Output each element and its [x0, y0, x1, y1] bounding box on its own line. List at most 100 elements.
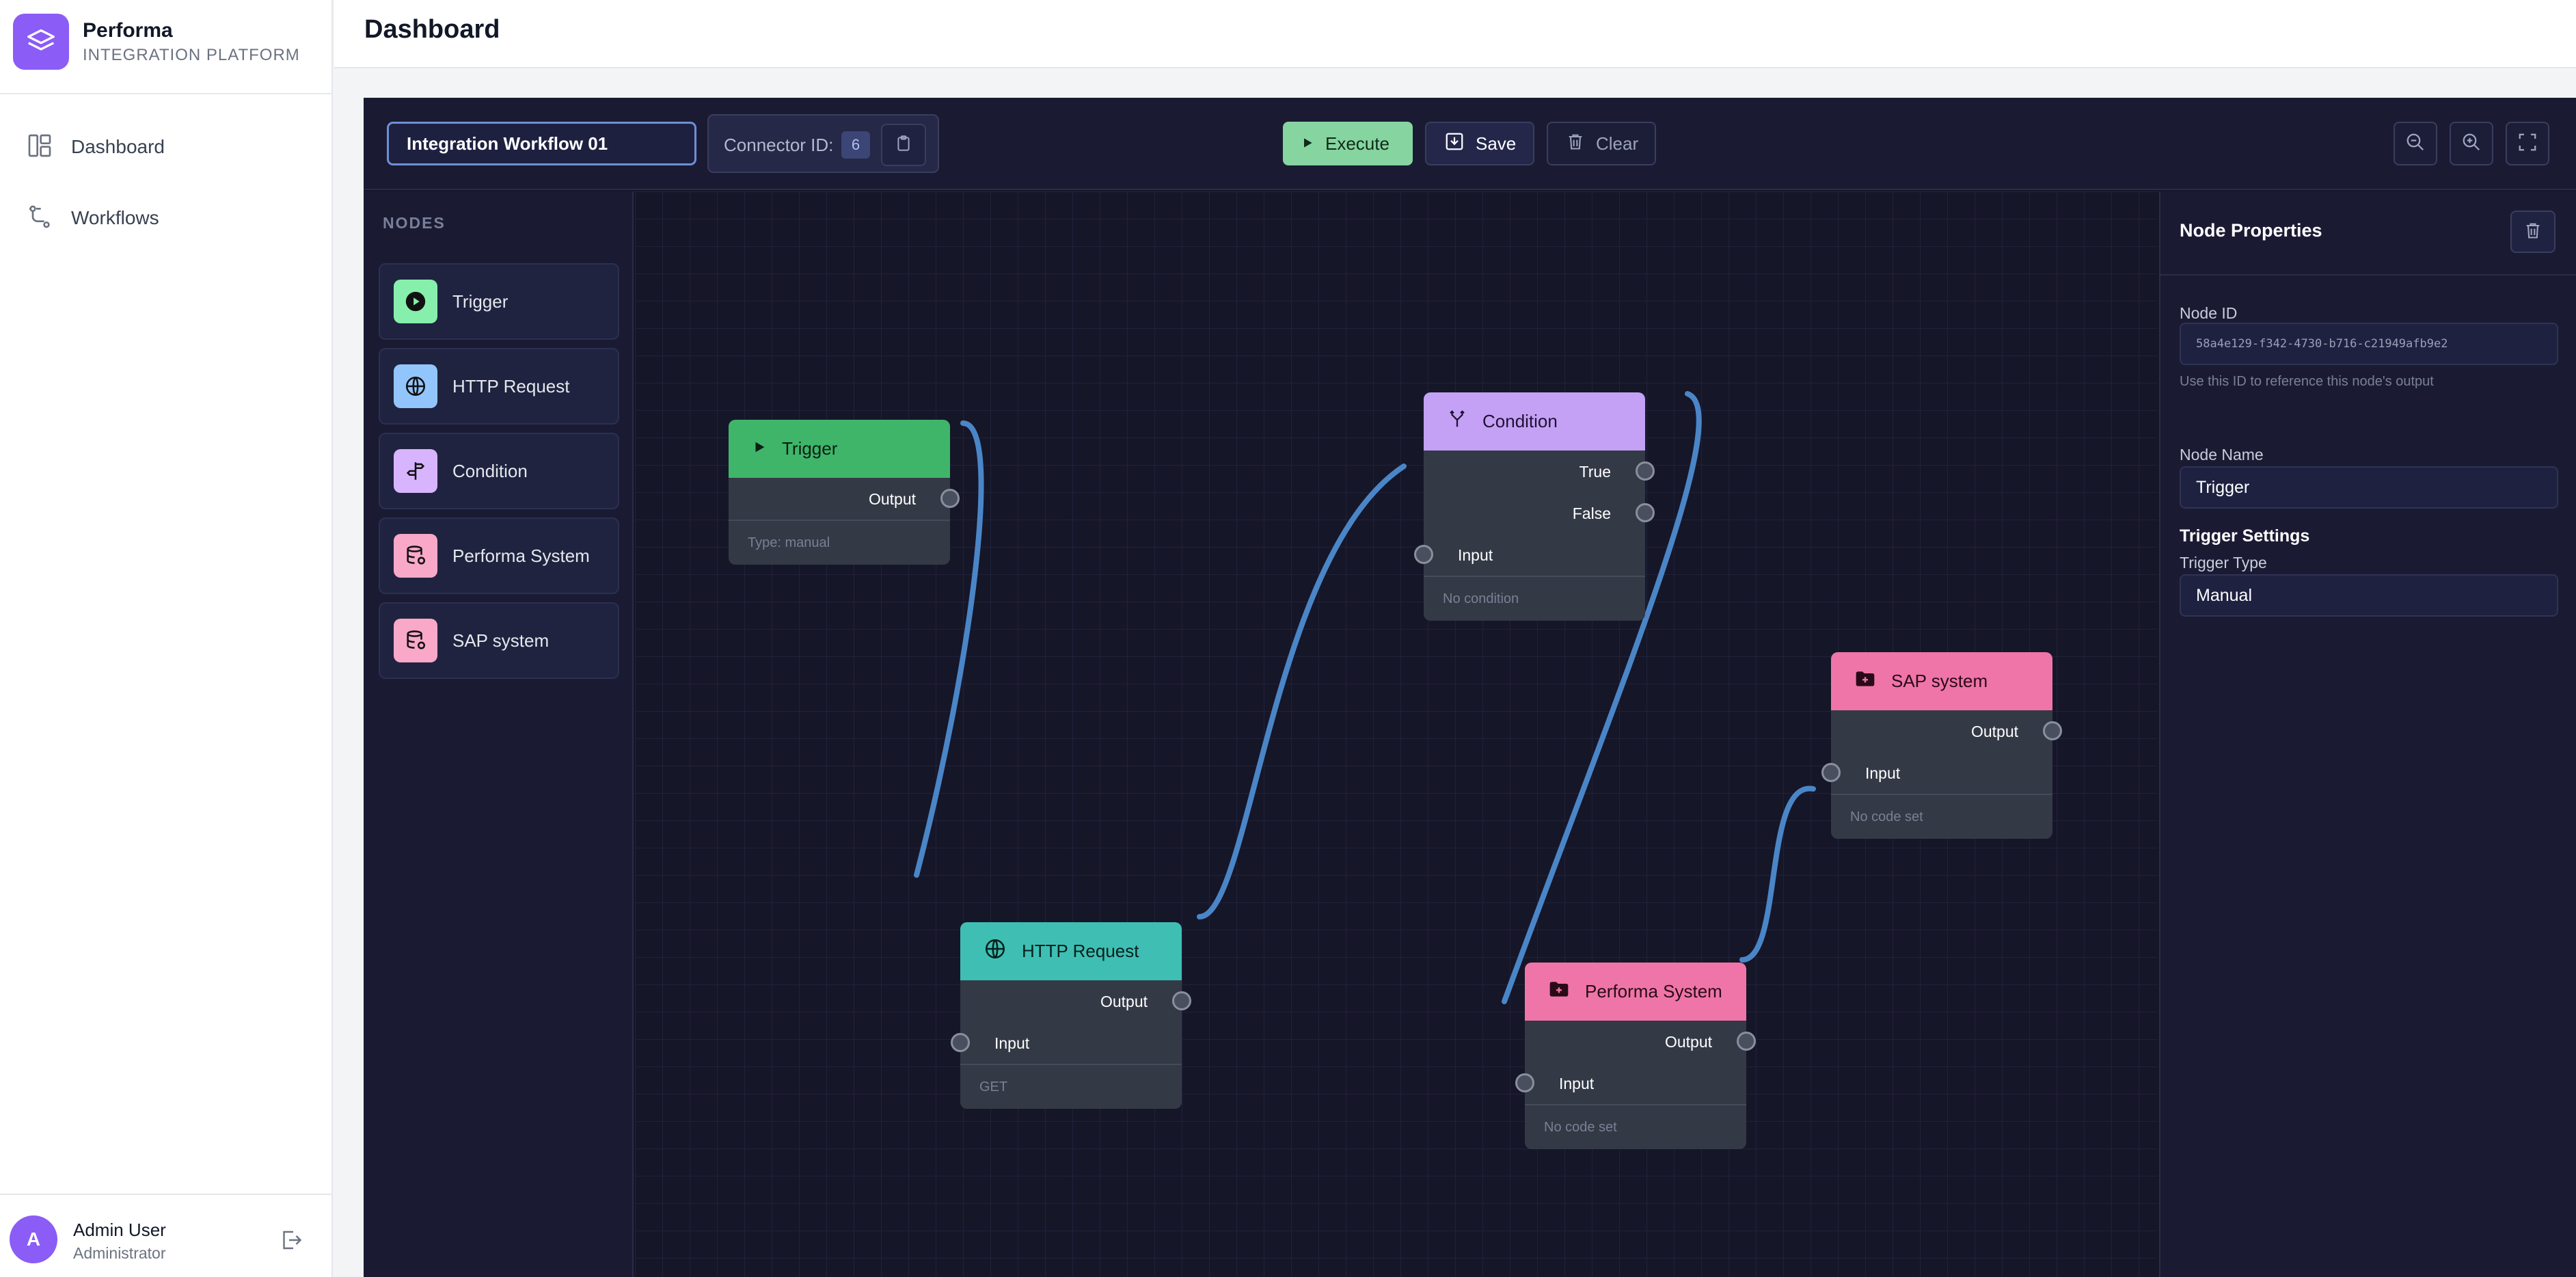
fullscreen-icon [2517, 132, 2538, 156]
palette-item-http-request[interactable]: HTTP Request [379, 348, 619, 425]
copy-button[interactable] [881, 124, 926, 166]
page-title: Dashboard [364, 15, 500, 44]
false-port[interactable] [1636, 503, 1655, 522]
output-port[interactable] [940, 489, 960, 508]
true-port[interactable] [1636, 461, 1655, 481]
delete-node-button[interactable] [2510, 211, 2555, 253]
input-port[interactable] [951, 1033, 970, 1052]
trigger-type-select[interactable]: Manual [2180, 574, 2558, 617]
user-area: A Admin User Administrator [0, 1194, 333, 1277]
workflow-editor: Integration Workflow 01 Connector ID: 6 … [364, 98, 2576, 1277]
node-id-field[interactable]: 58a4e129-f342-4730-b716-c21949afb9e2 [2180, 323, 2558, 365]
palette-label: SAP system [452, 630, 550, 651]
database-icon [394, 619, 437, 662]
execute-button[interactable]: Execute [1283, 122, 1413, 165]
sidebar: Performa INTEGRATION PLATFORM Dashboard … [0, 0, 333, 1277]
node-title: SAP system [1891, 671, 1988, 691]
clear-label: Clear [1596, 133, 1639, 154]
palette-item-trigger[interactable]: Trigger [379, 263, 619, 340]
editor-toolbar: Integration Workflow 01 Connector ID: 6 … [364, 98, 2576, 190]
node-properties-panel: Node Properties Node ID 58a4e129-f342-47… [2159, 191, 2576, 1277]
input-port[interactable] [1515, 1073, 1534, 1092]
nav-item-dashboard[interactable]: Dashboard [26, 126, 313, 167]
node-footer: No code set [1831, 794, 2052, 839]
output-port[interactable] [1737, 1032, 1756, 1051]
output-row: Output [729, 478, 960, 520]
node-sap-system[interactable]: SAP system Output Input No code set [1821, 652, 2062, 839]
clear-button[interactable]: Clear [1547, 122, 1656, 165]
app-name: Performa [83, 19, 173, 42]
node-performa-system[interactable]: Performa System Output Input No code set [1515, 963, 1756, 1149]
node-header[interactable]: Trigger [729, 420, 950, 478]
input-port[interactable] [1414, 545, 1433, 564]
palette-label: Performa System [452, 545, 590, 566]
properties-title: Node Properties [2180, 220, 2322, 241]
layers-icon[interactable] [13, 14, 69, 70]
play-icon [1301, 133, 1314, 154]
output-row: Output [1525, 1021, 1756, 1062]
database-icon [394, 534, 437, 578]
output-label: Output [1100, 993, 1148, 1010]
node-condition[interactable]: Condition True False Input No condition [1414, 392, 1655, 621]
workflow-canvas[interactable]: Trigger Output Type: manual HTTP Request… [635, 191, 2158, 1277]
logout-icon[interactable] [279, 1228, 303, 1252]
avatar[interactable]: A [10, 1215, 57, 1263]
fullscreen-button[interactable] [2506, 122, 2549, 165]
node-title: Trigger [782, 438, 838, 459]
false-row: False [1424, 492, 1655, 534]
node-header[interactable]: Performa System [1525, 963, 1746, 1021]
output-row: Output [960, 980, 1191, 1022]
connector-id-box: Connector ID: 6 [707, 114, 939, 173]
output-label: Output [1664, 1033, 1712, 1051]
save-button[interactable]: Save [1425, 122, 1534, 165]
palette-item-performa-system[interactable]: Performa System [379, 517, 619, 594]
palette-label: HTTP Request [452, 375, 570, 396]
node-trigger[interactable]: Trigger Output Type: manual [729, 420, 960, 565]
output-label: Output [868, 490, 916, 508]
output-row: Output [1831, 710, 2062, 752]
output-label: Output [1970, 723, 2018, 740]
nav-item-workflows[interactable]: Workflows [26, 198, 313, 239]
zoom-in-button[interactable] [2450, 122, 2493, 165]
edge-http-condition [1197, 463, 1407, 919]
node-name-input[interactable]: Trigger [2180, 466, 2558, 509]
zoom-out-icon [2405, 132, 2426, 156]
user-role: Administrator [73, 1244, 166, 1262]
signpost-icon [394, 449, 437, 493]
node-title: HTTP Request [1022, 941, 1139, 961]
zoom-out-button[interactable] [2394, 122, 2437, 165]
connector-label: Connector ID: [724, 135, 834, 155]
node-title: Performa System [1585, 981, 1722, 1002]
output-port[interactable] [2043, 721, 2062, 740]
trash-icon [2523, 221, 2543, 243]
dashboard-icon [26, 132, 53, 163]
fork-icon [1447, 409, 1467, 434]
node-header[interactable]: Condition [1424, 392, 1645, 451]
true-label: True [1579, 463, 1611, 481]
palette-title: NODES [383, 214, 446, 232]
node-footer: No code set [1525, 1104, 1746, 1149]
zoom-in-icon [2461, 132, 2482, 156]
input-row: Input [951, 1022, 1182, 1064]
output-port[interactable] [1172, 991, 1191, 1010]
nav-label: Workflows [71, 207, 159, 228]
save-label: Save [1476, 133, 1517, 154]
input-label: Input [1458, 546, 1493, 564]
node-name-label: Node Name [2180, 446, 2264, 463]
node-header[interactable]: HTTP Request [960, 922, 1182, 980]
folder-icon [1854, 668, 1876, 695]
save-icon [1444, 131, 1465, 157]
input-row: Input [1515, 1062, 1746, 1104]
globe-icon [394, 364, 437, 408]
input-port[interactable] [1821, 763, 1841, 782]
node-footer: No condition [1424, 576, 1645, 621]
input-label: Input [1865, 764, 1901, 782]
node-http-request[interactable]: HTTP Request Output Input GET [951, 922, 1191, 1109]
workflow-name-input[interactable]: Integration Workflow 01 [387, 122, 696, 165]
false-label: False [1572, 505, 1611, 522]
palette-item-condition[interactable]: Condition [379, 433, 619, 509]
node-header[interactable]: SAP system [1831, 652, 2052, 710]
palette-item-sap-system[interactable]: SAP system [379, 602, 619, 679]
trigger-settings-heading: Trigger Settings [2180, 526, 2310, 546]
folder-icon [1548, 978, 1570, 1005]
